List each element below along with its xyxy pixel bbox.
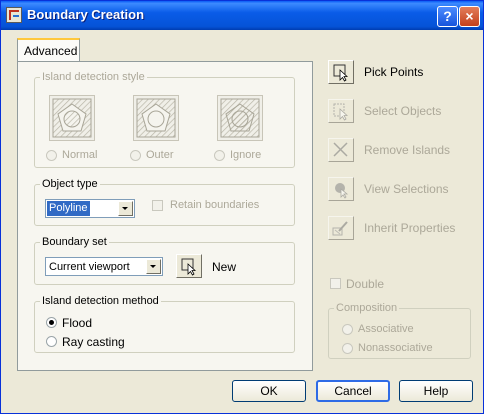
flood-label: Flood [62,316,93,330]
view-selections-button[interactable] [328,177,354,201]
island-detection-style-title: Island detection style [42,71,145,83]
help-button[interactable]: Help [399,380,473,402]
remove-islands-button[interactable] [328,138,354,162]
double-checkbox[interactable] [330,278,341,289]
boundary-set-dropdown[interactable]: Current viewport [45,257,163,276]
island-style-normal-radio[interactable] [46,150,57,161]
pick-points-label: Pick Points [364,65,424,79]
ray-casting-label: Ray casting [62,335,125,349]
close-icon[interactable]: × [459,6,480,27]
flood-radio[interactable] [46,317,57,328]
window-title: Boundary Creation [27,7,145,22]
associative-radio[interactable] [342,324,353,335]
island-style-outer-radio[interactable] [130,150,141,161]
object-type-value: Polyline [47,201,90,216]
ray-casting-radio[interactable] [46,336,57,347]
new-boundary-set-button[interactable] [176,254,202,278]
chevron-down-icon[interactable] [146,259,161,274]
nonassociative-radio[interactable] [342,343,353,354]
island-outer-icon [133,95,179,141]
boundary-set-title: Boundary set [42,236,107,248]
retain-boundaries-label: Retain boundaries [170,199,260,211]
inherit-properties-icon [332,221,348,236]
pick-points-button[interactable] [328,60,354,84]
tab-advanced[interactable]: Advanced [17,38,80,62]
object-type-dropdown[interactable]: Polyline [45,199,135,218]
ok-button[interactable]: OK [232,380,306,402]
island-normal-icon [49,95,95,141]
associative-label: Associative [358,323,414,335]
view-selections-icon [335,183,349,199]
island-detection-method-title: Island detection method [42,295,159,307]
pick-points-icon [333,64,349,82]
inherit-properties-label: Inherit Properties [364,221,456,235]
boundary-creation-dialog: Boundary Creation ? × Advanced Island de… [0,0,484,414]
new-label: New [212,260,237,274]
boundary-set-value: Current viewport [49,261,130,273]
help-icon[interactable]: ? [437,6,458,27]
nonassociative-label: Nonassociative [358,342,433,354]
object-type-title: Object type [42,178,98,190]
island-style-ignore-label: Ignore [230,149,262,161]
retain-boundaries-checkbox[interactable] [152,200,163,211]
select-objects-icon [333,103,349,121]
composition-title: Composition [336,302,398,314]
island-ignore-icon [217,95,263,141]
select-objects-label: Select Objects [364,104,442,118]
remove-islands-label: Remove Islands [364,143,451,157]
boundary-app-icon [6,7,22,23]
cancel-button[interactable]: Cancel [316,380,390,402]
double-label: Double [346,277,385,291]
island-style-ignore-radio[interactable] [214,150,225,161]
tab-advanced-label: Advanced [24,44,78,58]
chevron-down-icon[interactable] [118,201,133,216]
remove-islands-icon [333,142,348,157]
select-objects-button[interactable] [328,99,354,123]
view-selections-label: View Selections [364,182,449,196]
inherit-properties-button[interactable] [328,216,354,240]
island-style-normal-label: Normal [62,149,98,161]
title-bar[interactable]: Boundary Creation ? × [1,1,483,30]
pick-cursor-icon [181,258,197,276]
island-style-outer-label: Outer [146,149,174,161]
